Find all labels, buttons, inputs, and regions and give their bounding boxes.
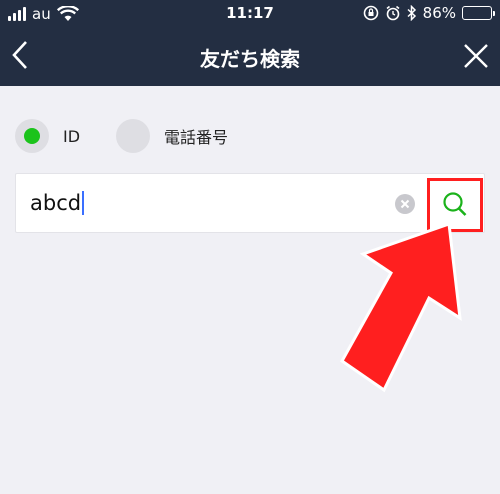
header-bar: au 11:17 86% 友だち検索 bbox=[0, 0, 500, 86]
status-bar: au 11:17 86% bbox=[0, 0, 500, 30]
battery-percent: 86% bbox=[422, 4, 456, 22]
radio-phone-label: 電話番号 bbox=[164, 128, 229, 147]
close-button[interactable] bbox=[462, 42, 490, 70]
close-icon bbox=[464, 44, 488, 68]
radio-id[interactable] bbox=[15, 119, 49, 153]
radio-phone[interactable] bbox=[116, 119, 151, 153]
battery-icon bbox=[462, 6, 495, 20]
search-icon bbox=[443, 192, 467, 216]
alarm-icon bbox=[386, 5, 400, 21]
search-type-selector: ID 電話番号 bbox=[15, 118, 228, 154]
search-input[interactable]: abcd bbox=[30, 191, 85, 215]
search-type-id[interactable]: ID bbox=[15, 119, 80, 153]
search-type-phone[interactable]: 電話番号 bbox=[116, 119, 228, 153]
search-input-value: abcd bbox=[30, 191, 82, 215]
bluetooth-icon bbox=[407, 5, 416, 21]
clear-icon bbox=[400, 199, 410, 209]
status-right: 86% bbox=[363, 4, 495, 22]
search-field[interactable]: abcd bbox=[15, 173, 485, 233]
page-title: 友だち検索 bbox=[200, 47, 300, 71]
clear-button[interactable] bbox=[395, 194, 415, 214]
radio-id-label: ID bbox=[63, 126, 81, 146]
rotation-lock-icon bbox=[363, 5, 378, 21]
text-cursor bbox=[82, 191, 85, 215]
search-button[interactable] bbox=[427, 178, 483, 232]
